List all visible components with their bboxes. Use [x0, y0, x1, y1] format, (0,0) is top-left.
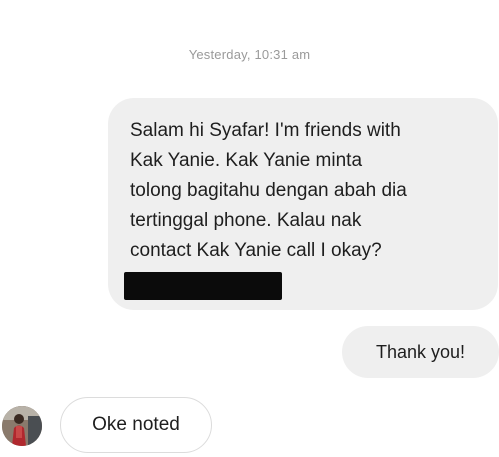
message-text: Salam hi Syafar! I'm friends with Kak Ya… [130, 120, 407, 261]
message-text: Thank you! [375, 341, 466, 362]
outgoing-message-bubble-thanks[interactable]: Thank you! [342, 326, 499, 378]
avatar-photo-icon [2, 406, 42, 446]
incoming-message-bubble[interactable]: Oke noted [60, 397, 212, 453]
sender-avatar[interactable] [2, 406, 42, 446]
message-text: Oke noted [92, 414, 180, 435]
redaction-bar [124, 272, 282, 300]
message-timestamp: Yesterday, 10:31 am [188, 47, 311, 62]
